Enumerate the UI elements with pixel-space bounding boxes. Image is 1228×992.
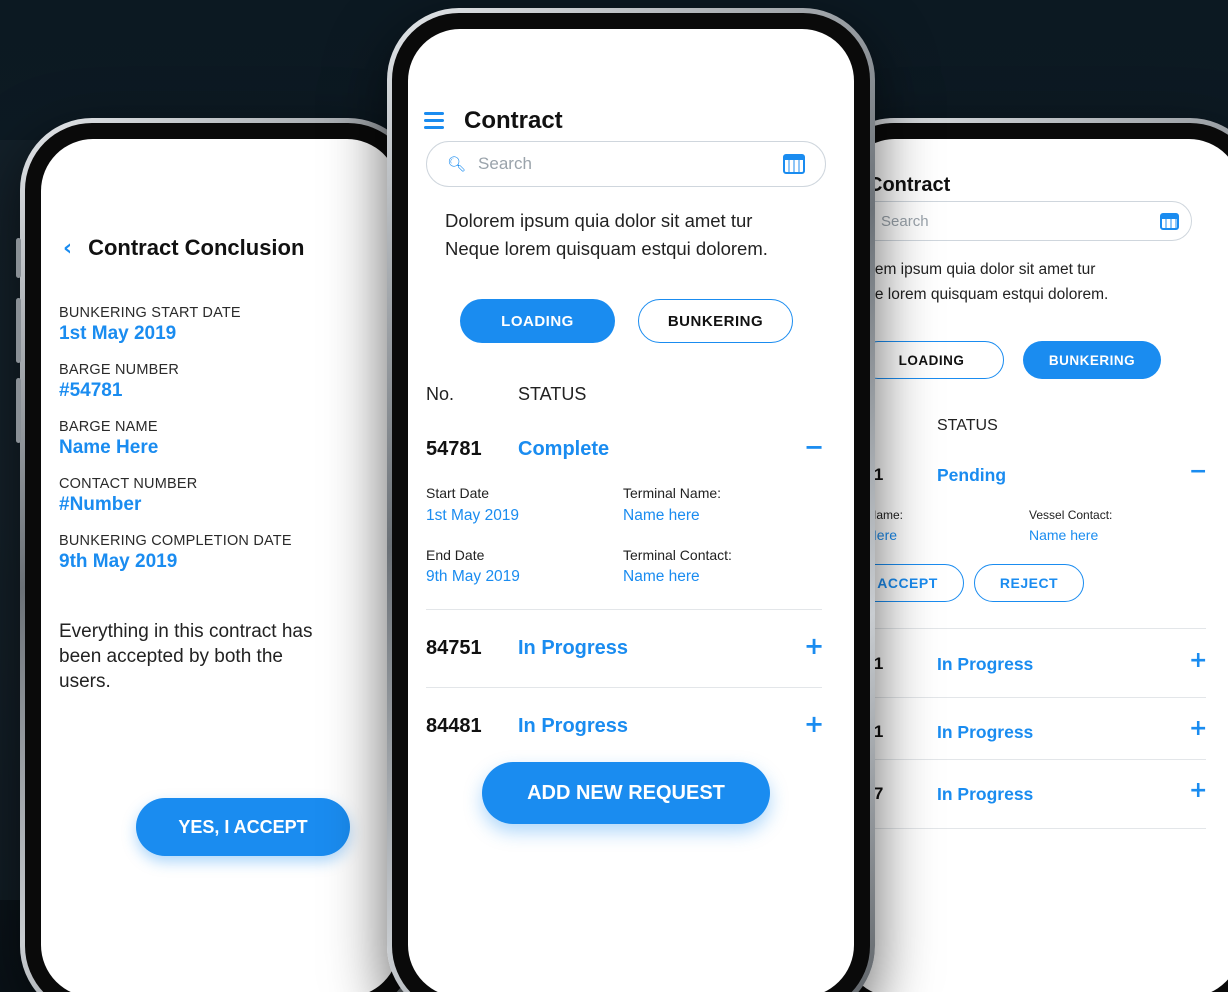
description-line: Neque lorem quisquam estqui dolorem. [445, 238, 768, 259]
field-contact-number: CONTACT NUMBER #Number [59, 476, 359, 516]
field-barge-number: BARGE NUMBER #54781 [59, 362, 359, 402]
phone-contract-conclusion: ‹ Contract Conclusion BUNKERING START DA… [16, 118, 420, 992]
expand-plus-icon[interactable]: + [1189, 718, 1207, 740]
terminal-name-label: Terminal Name: [623, 485, 722, 501]
status-badge: Complete [518, 438, 610, 460]
row-divider [851, 828, 1206, 829]
end-date-label: End Date [426, 547, 485, 563]
column-header-status: STATUS [518, 384, 587, 404]
tab-loading[interactable]: LOADING [859, 341, 1004, 379]
search-placeholder: Search [478, 154, 532, 173]
vessel-contact-label: Vessel Contact: [1029, 508, 1113, 522]
phone-bezel: ‹ Contract Conclusion BUNKERING START DA… [25, 123, 415, 992]
field-label: CONTACT NUMBER [59, 476, 198, 492]
description-line: eque lorem quisquam estqui dolorem. [849, 286, 1109, 303]
phone-contract-loading: Contract 🔍︎ Search Dolorem ipsum quia do… [387, 8, 875, 992]
phone-contract-bunkering: Contract 🔍︎ Search olorem ipsum quia dol… [822, 118, 1228, 992]
field-value: 1st May 2019 [59, 323, 177, 344]
field-label: BARGE NUMBER [59, 362, 180, 378]
yes-accept-button[interactable]: YES, I ACCEPT [136, 798, 350, 856]
field-value: #54781 [59, 380, 123, 401]
description-line: olorem ipsum quia dolor sit amet tur [849, 261, 1096, 278]
calendar-icon[interactable] [783, 154, 805, 174]
acceptance-note: Everything in this contract has been acc… [59, 621, 313, 692]
expand-plus-icon[interactable]: + [1189, 650, 1207, 672]
row-divider [851, 628, 1206, 629]
column-header-status: STATUS [937, 417, 998, 434]
field-bunkering-completion-date: BUNKERING COMPLETION DATE 9th May 2019 [59, 533, 359, 573]
screen-contract-conclusion: ‹ Contract Conclusion BUNKERING START DA… [41, 139, 399, 992]
row-divider [426, 609, 822, 610]
field-label: BUNKERING COMPLETION DATE [59, 533, 292, 549]
column-header-no: No. [426, 384, 455, 404]
page-title: Contract [868, 174, 951, 196]
row-number: 54781 [426, 438, 482, 460]
expand-plus-icon[interactable]: + [804, 634, 824, 658]
vessel-contact-value: Name here [1029, 527, 1099, 543]
calendar-icon[interactable] [1160, 212, 1179, 230]
field-value: 9th May 2019 [59, 551, 178, 572]
status-badge: In Progress [937, 784, 1034, 804]
header: ‹ Contract Conclusion [63, 235, 304, 261]
terminal-name-value: Name here [623, 507, 700, 524]
end-date-value: 9th May 2019 [426, 568, 520, 585]
phone-side-button [16, 238, 21, 278]
description-line: Dolorem ipsum quia dolor sit amet tur [445, 210, 753, 231]
status-badge: Pending [937, 465, 1007, 485]
page-title: Contract Conclusion [88, 235, 305, 260]
screen-contract-loading: Contract 🔍︎ Search Dolorem ipsum quia do… [408, 29, 854, 992]
screen-contract-bunkering: Contract 🔍︎ Search olorem ipsum quia dol… [843, 139, 1228, 992]
tab-loading[interactable]: LOADING [460, 299, 615, 343]
collapse-minus-icon[interactable]: − [804, 435, 824, 459]
search-field[interactable]: 🔍︎ Search [843, 201, 1192, 241]
description: olorem ipsum quia dolor sit amet tur equ… [849, 257, 1209, 307]
row-divider [426, 687, 822, 688]
expand-plus-icon[interactable]: + [1189, 780, 1207, 802]
search-placeholder: Search [881, 212, 929, 230]
expand-plus-icon[interactable]: + [804, 712, 824, 736]
status-badge: In Progress [937, 654, 1034, 674]
tab-bunkering[interactable]: BUNKERING [1023, 341, 1161, 379]
start-date-value: 1st May 2019 [426, 507, 520, 524]
field-bunkering-start-date: BUNKERING START DATE 1st May 2019 [59, 305, 359, 345]
status-badge: In Progress [937, 722, 1034, 742]
contract-fields: BUNKERING START DATE 1st May 2019 BARGE … [59, 305, 359, 590]
field-barge-name: BARGE NAME Name Here [59, 419, 359, 459]
field-value: #Number [59, 494, 142, 515]
field-label: BARGE NAME [59, 419, 158, 435]
search-field[interactable]: 🔍︎ Search [426, 141, 826, 187]
row-number: 84751 [426, 637, 482, 659]
back-chevron-icon[interactable]: ‹ [63, 236, 72, 261]
phone-side-button [16, 298, 21, 363]
field-label: BUNKERING START DATE [59, 305, 241, 321]
description: Dolorem ipsum quia dolor sit amet tur Ne… [445, 207, 825, 263]
right-content: Contract 🔍︎ Search olorem ipsum quia dol… [843, 139, 1228, 992]
collapse-minus-icon[interactable]: − [1189, 461, 1207, 483]
terminal-contact-value: Name here [623, 568, 700, 585]
start-date-label: Start Date [426, 485, 490, 501]
row-number: 84481 [426, 715, 482, 737]
search-icon: 🔍︎ [447, 155, 467, 173]
row-divider [851, 759, 1206, 760]
reject-button[interactable]: REJECT [974, 564, 1084, 602]
hamburger-menu-icon[interactable] [424, 112, 444, 130]
status-badge: In Progress [518, 715, 629, 737]
header: Contract [424, 107, 563, 135]
showcase-stage: ‹ Contract Conclusion BUNKERING START DA… [0, 0, 1228, 992]
terminal-contact-label: Terminal Contact: [623, 547, 732, 563]
page-title: Contract [464, 107, 563, 134]
row-divider [851, 697, 1206, 698]
status-badge: In Progress [518, 637, 629, 659]
tab-bunkering[interactable]: BUNKERING [638, 299, 793, 343]
phone-side-button [16, 378, 21, 443]
add-new-request-button[interactable]: ADD NEW REQUEST [482, 762, 770, 824]
field-value: Name Here [59, 437, 159, 458]
phone-bezel: Contract 🔍︎ Search Dolorem ipsum quia do… [392, 13, 870, 992]
phone-bezel: Contract 🔍︎ Search olorem ipsum quia dol… [827, 123, 1228, 992]
